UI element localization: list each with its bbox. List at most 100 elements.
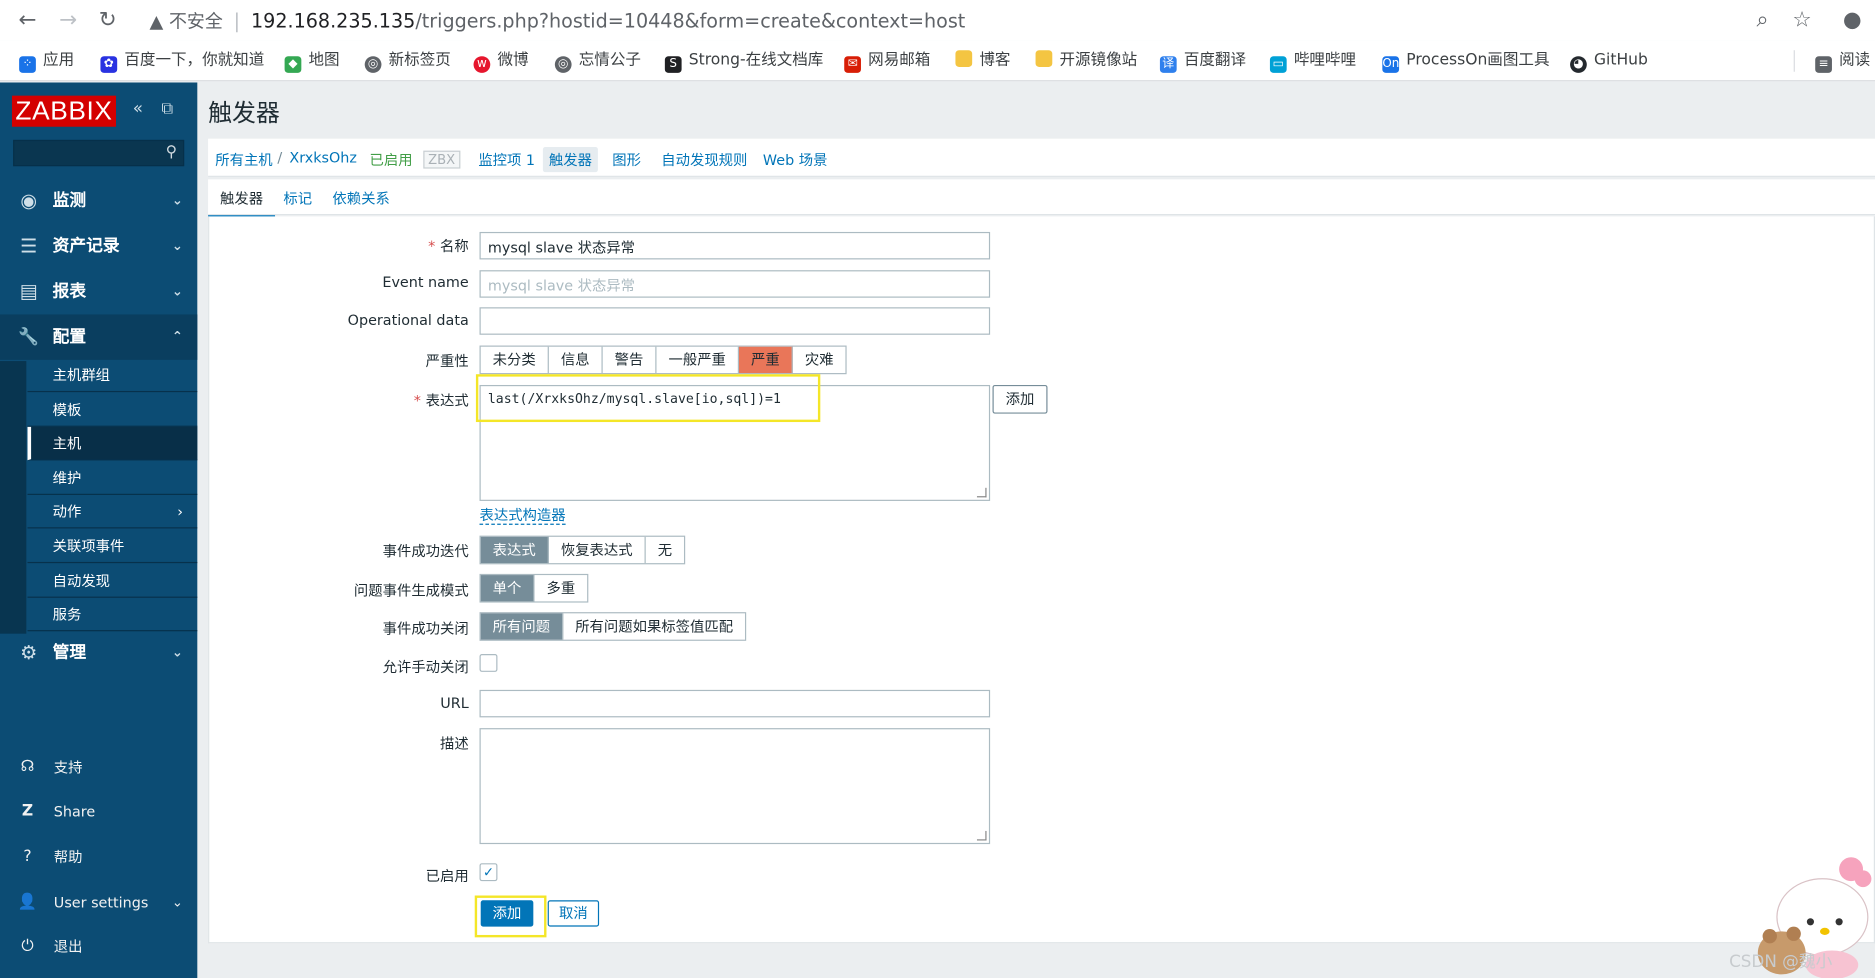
ok-event-none[interactable]: 无 <box>646 537 684 563</box>
menu-reports[interactable]: ▤ 报表 ⌄ <box>0 269 197 314</box>
severity-high[interactable]: 严重 <box>739 346 793 374</box>
bookmark-wangqing[interactable]: ◎ 忘情公子 <box>554 50 641 73</box>
tab-trigger[interactable]: 触发器 <box>208 188 276 218</box>
expression-constructor-link[interactable]: 表达式构造器 <box>479 507 566 525</box>
menu-monitoring[interactable]: ◉ 监测 ⌄ <box>0 178 197 223</box>
expression-add-button[interactable]: 添加 <box>992 384 1048 414</box>
problem-mode-selector: 单个 多重 <box>479 573 589 603</box>
bookmark-processon[interactable]: On ProcessOn画图工具 <box>1382 50 1550 73</box>
manual-close-label: 允许手动关闭 <box>382 658 469 676</box>
bookmark-translate[interactable]: 译百度翻译 <box>1159 50 1246 73</box>
problem-mode-single[interactable]: 单个 <box>480 575 535 602</box>
bookmark-strong[interactable]: S Strong-在线文档库 <box>664 50 823 73</box>
url-field[interactable] <box>479 689 991 718</box>
tab-tags[interactable]: 标记 <box>283 188 312 208</box>
globe-icon: ◎ <box>364 56 382 73</box>
name-field[interactable]: mysql slave 状态异常 <box>479 231 991 260</box>
manual-close-checkbox[interactable] <box>479 653 498 672</box>
sidebar-support[interactable]: ☊ 支持 <box>0 746 197 789</box>
severity-selector: 未分类 信息 警告 一般严重 严重 灾难 <box>479 345 847 375</box>
back-icon[interactable]: ← <box>14 7 40 33</box>
star-icon[interactable]: ☆ <box>1789 7 1815 33</box>
tab-dependencies[interactable]: 依赖关系 <box>332 188 389 208</box>
menu-administration[interactable]: ⚙ 管理 ⌄ <box>0 630 197 675</box>
cancel-button[interactable]: 取消 <box>547 900 600 927</box>
breadcrumb-all-hosts[interactable]: 所有主机 <box>215 149 272 169</box>
submenu-templates[interactable]: 模板 <box>27 393 198 427</box>
submenu-discovery[interactable]: 自动发现 <box>27 564 198 598</box>
url-label: URL <box>440 694 469 712</box>
breadcrumb-graphs[interactable]: 图形 <box>612 149 641 169</box>
bookmark-blog[interactable]: 博客 <box>955 50 1010 72</box>
submenu-hosts[interactable]: 主机 <box>27 426 198 461</box>
add-button[interactable]: 添加 <box>480 900 534 927</box>
wrench-icon: 🔧 <box>18 327 40 347</box>
url-field[interactable]: ▲ 不安全 | 192.168.235.135/triggers.php?hos… <box>149 8 965 33</box>
breadcrumb-web-scenarios[interactable]: Web 场景 <box>763 149 828 169</box>
forward-icon[interactable]: → <box>55 7 81 33</box>
breadcrumb-discovery-rules[interactable]: 自动发现规则 <box>661 149 747 169</box>
enabled-checkbox[interactable]: ✓ <box>479 863 498 882</box>
menu-inventory[interactable]: ☰ 资产记录 ⌄ <box>0 224 197 269</box>
breadcrumb-items[interactable]: 监控项 1 <box>478 149 535 169</box>
status-badge[interactable]: 已启用 <box>369 149 412 169</box>
bookmark-baidu[interactable]: ✿ 百度一下，你就知道 <box>100 50 264 73</box>
report-icon: ▤ <box>19 279 38 303</box>
severity-information[interactable]: 信息 <box>549 346 603 374</box>
submenu-maintenance[interactable]: 维护 <box>27 462 198 495</box>
operational-data-field[interactable] <box>479 307 991 335</box>
chevron-up-icon: ⌃ <box>171 328 183 345</box>
menu-configuration-label: 配置 <box>52 327 87 347</box>
kiosk-mode-icon[interactable]: ⧉ <box>161 99 173 118</box>
bookmark-netease[interactable]: ✉ 网易邮箱 <box>844 50 930 73</box>
description-label: 描述 <box>440 735 469 753</box>
description-textarea[interactable] <box>479 728 991 845</box>
severity-not-classified[interactable]: 未分类 <box>481 346 549 374</box>
ok-close-tag-match[interactable]: 所有问题如果标签值匹配 <box>563 613 745 639</box>
menu-configuration[interactable]: 🔧 配置 ⌃ <box>0 314 198 360</box>
problem-mode-multiple[interactable]: 多重 <box>535 575 588 601</box>
severity-disaster[interactable]: 灾难 <box>793 347 846 373</box>
profile-icon[interactable]: ● <box>1839 7 1865 33</box>
event-name-field[interactable]: mysql slave 状态异常 <box>479 270 991 298</box>
enabled-label: 已启用 <box>425 868 469 885</box>
breadcrumb-host[interactable]: XrxksOhz <box>289 149 357 166</box>
ok-close-label: 事件成功关闭 <box>382 620 469 638</box>
security-warning[interactable]: ▲ 不安全 <box>149 11 222 33</box>
sidebar-help[interactable]: ? 帮助 <box>0 836 197 879</box>
submenu-host-groups[interactable]: 主机群组 <box>27 359 198 393</box>
problem-mode-label: 问题事件生成模式 <box>353 582 469 599</box>
submenu-actions[interactable]: 动作 › <box>27 495 198 529</box>
ok-event-recovery-expression[interactable]: 恢复表达式 <box>549 536 646 564</box>
zabbix-logo[interactable]: ZABBIX <box>11 95 116 127</box>
breadcrumb-triggers[interactable]: 触发器 <box>542 147 598 173</box>
bookmark-apps[interactable]: ⁘ 应用 <box>19 50 74 73</box>
sidebar-share[interactable]: Z Share <box>0 790 197 833</box>
sidebar-signout[interactable]: ⏻ 退出 <box>0 925 197 968</box>
expression-textarea[interactable]: last(/XrxksOhz/mysql.slave[io,sql])=1 <box>479 384 991 501</box>
reload-icon[interactable]: ↻ <box>94 7 120 33</box>
bookmark-maps[interactable]: ◆ 地图 <box>284 50 340 73</box>
submenu-services[interactable]: 服务 <box>27 598 198 632</box>
ok-close-all-problems[interactable]: 所有问题 <box>480 613 564 640</box>
zoom-icon[interactable]: ⌕ <box>1749 7 1775 33</box>
bookmark-github[interactable]: ◕ GitHub <box>1570 50 1648 73</box>
submenu-event-correlation[interactable]: 关联项事件 <box>27 530 198 564</box>
collapse-sidebar-icon[interactable]: « <box>133 99 143 118</box>
power-icon: ⏻ <box>21 937 34 956</box>
ok-event-expression[interactable]: 表达式 <box>480 536 549 564</box>
severity-average[interactable]: 一般严重 <box>657 346 740 374</box>
sidebar-user-settings[interactable]: 👤 User settings ⌄ <box>0 881 197 924</box>
bookmark-bilibili[interactable]: ▭ 哔哩哔哩 <box>1269 50 1356 73</box>
bookmarks-bar: ⁘ 应用 ✿ 百度一下，你就知道 ◆ 地图 ◎ 新标签页 w 微博 ◎ 忘情公子 S Stro… <box>0 40 1875 82</box>
severity-warning[interactable]: 警告 <box>603 346 657 374</box>
resize-handle-icon[interactable] <box>976 830 987 841</box>
bookmark-reading-list[interactable]: ≡ 阅读 <box>1815 50 1870 73</box>
bookmark-weibo[interactable]: w 微博 <box>473 50 529 73</box>
breadcrumb-separator: / <box>277 149 283 167</box>
bookmark-mirror[interactable]: 开源镜像站 <box>1035 50 1137 72</box>
search-icon[interactable]: ⚲ <box>166 143 177 161</box>
sidebar-search-input[interactable]: ⚲ <box>13 139 185 167</box>
bookmark-newtab[interactable]: ◎ 新标签页 <box>364 50 451 73</box>
resize-handle-icon[interactable] <box>976 487 987 498</box>
